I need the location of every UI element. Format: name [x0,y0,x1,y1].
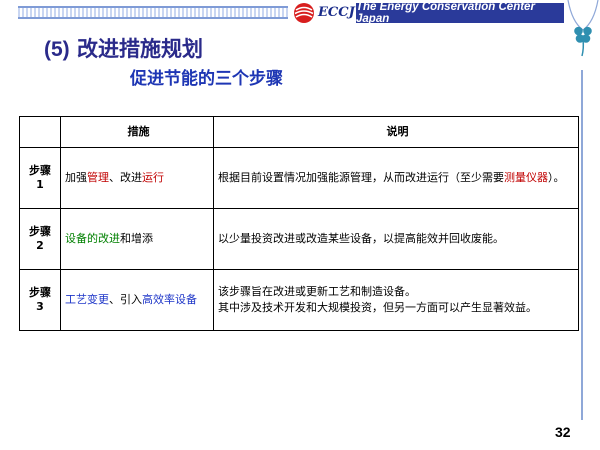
measure-highlight: 管理 [87,171,109,185]
description-text: ）。 [548,171,565,185]
measure-cell: 加强管理、改进运行 [60,147,214,209]
table-row: 步骤 1 加强管理、改进运行 根据目前设置情况加强能源管理，从而改进运行（至少需… [19,147,579,209]
measure-cell: 工艺变更、引入高效率设备 [60,269,214,331]
description-cell: 该步骤旨在改进或更新工艺和制造设备。 其中涉及技术开发和大规模投资，但另一方面可… [213,269,579,331]
logo-text: ECCJ [318,5,355,20]
description-line: 该步骤旨在改进或更新工艺和制造设备。 [218,285,416,299]
step-label: 步骤 [29,163,51,177]
eccj-logo-icon [294,3,314,23]
measure-highlight: 设备的改进 [65,232,120,246]
table-row: 步骤 2 设备的改进和增添 以少量投资改进或改造某些设备，以提高能效并回收废能。 [19,208,579,270]
organization-name: The Energy Conservation Center Japan [356,1,564,25]
description-text: 以少量投资改进或改造某些设备，以提高能效并回收废能。 [218,232,504,246]
description-text: 根据目前设置情况加强能源管理，从而改进运行（至少需要 [218,171,504,185]
measure-highlight: 高效率设备 [142,293,197,307]
measure-highlight: 工艺变更 [65,293,109,307]
step-label: 步骤 [29,285,51,299]
description-line: 其中涉及技术开发和大规模投资，但另一方面可以产生显著效益。 [218,301,537,314]
measure-text: 加强 [65,171,87,185]
page-title: (5) 改进措施规划 [44,33,203,63]
clover-icon [567,0,599,57]
table-header-row: 措施 说明 [19,116,579,148]
step-cell: 步骤 1 [19,147,61,209]
right-border-rule [581,70,583,420]
page-subtitle: 促进节能的三个步骤 [130,69,283,89]
measure-cell: 设备的改进和增添 [60,208,214,270]
measure-text: 、改进 [109,171,142,185]
step-cell: 步骤 2 [19,208,61,270]
description-cell: 以少量投资改进或改造某些设备，以提高能效并回收废能。 [213,208,579,270]
description-cell: 根据目前设置情况加强能源管理，从而改进运行（至少需要测量仪器）。 [213,147,579,209]
measure-highlight: 运行 [142,171,164,185]
header-rule [18,6,288,19]
page-number: 32 [555,424,571,440]
step-number: 2 [36,239,44,252]
step-label: 步骤 [29,224,51,238]
table-row: 步骤 3 工艺变更、引入高效率设备 该步骤旨在改进或更新工艺和制造设备。 其中涉… [19,269,579,331]
step-number: 3 [36,300,44,313]
header-measure: 措施 [60,116,214,148]
step-cell: 步骤 3 [19,269,61,331]
improvement-plan-table: 措施 说明 步骤 1 加强管理、改进运行 根据目前设置情况加强能源管理，从而改进… [19,116,579,331]
title-number: (5) [44,38,70,61]
header-step-cell [19,116,61,148]
step-number: 1 [36,178,44,191]
measure-text: 、引入 [109,293,142,307]
header-description: 说明 [213,116,579,148]
title-text: 改进措施规划 [76,37,203,61]
measure-text: 和增添 [120,232,153,246]
description-highlight: 测量仪器 [504,171,548,185]
